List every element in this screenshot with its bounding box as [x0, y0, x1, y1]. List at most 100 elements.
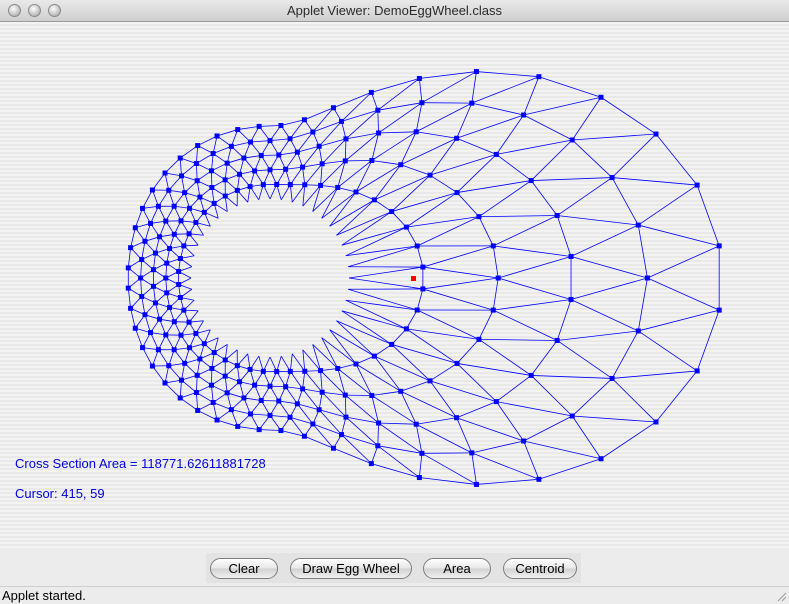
mesh-edge	[285, 151, 298, 170]
mesh-vertex	[339, 432, 345, 438]
mesh-edge	[429, 154, 497, 176]
mesh-vertex	[274, 369, 280, 375]
mesh-vertex	[222, 357, 228, 363]
mesh-vertex	[178, 173, 184, 179]
mesh-vertex	[301, 433, 307, 439]
draw-egg-wheel-button[interactable]: Draw Egg Wheel	[290, 558, 412, 579]
mesh-edge	[637, 277, 648, 332]
mesh-edge	[302, 146, 320, 168]
mesh-edge	[302, 388, 320, 410]
mesh-vertex	[155, 203, 161, 209]
centroid-button[interactable]: Centroid	[503, 558, 577, 579]
resize-grip-icon[interactable]	[775, 590, 787, 602]
mesh-vertex	[241, 395, 247, 401]
mesh-edge	[530, 139, 573, 181]
applet-canvas[interactable]: Cross Section Area = 118771.62611881728 …	[0, 22, 789, 548]
mesh-edge	[142, 347, 153, 367]
mesh-edge	[345, 132, 379, 162]
mesh-edge	[297, 145, 320, 153]
mesh-vertex	[528, 372, 534, 378]
mesh-vertex	[267, 383, 273, 389]
mesh-edge	[638, 330, 698, 372]
mesh-edge	[291, 353, 306, 372]
mesh-edge	[638, 224, 720, 247]
mesh-edge	[371, 160, 401, 166]
mesh-edge	[496, 154, 532, 181]
mesh-vertex	[171, 203, 177, 209]
mesh-vertex	[330, 445, 336, 451]
mesh-vertex	[316, 407, 322, 413]
mesh-edge	[638, 184, 698, 226]
mesh-vertex	[194, 178, 200, 184]
mesh-edge	[611, 177, 639, 226]
mesh-vertex	[138, 275, 144, 281]
mesh-edge	[289, 353, 293, 372]
mesh-edge	[571, 378, 613, 417]
mesh-edge	[496, 401, 573, 417]
mesh-edge	[523, 96, 602, 116]
mesh-edge	[523, 440, 602, 460]
mesh-vertex	[201, 209, 207, 215]
mesh-edge	[269, 415, 291, 418]
mesh-vertex	[716, 243, 722, 249]
mesh-vertex	[163, 332, 169, 338]
mesh-edge	[570, 299, 639, 332]
mesh-edge	[493, 299, 572, 311]
mesh-edge	[471, 452, 477, 485]
mesh-edge	[492, 245, 499, 279]
mesh-vertex	[155, 347, 161, 353]
mesh-vertex	[493, 399, 499, 405]
mesh-vertex	[247, 366, 253, 372]
mesh-edge	[421, 71, 477, 104]
mesh-edge	[374, 164, 402, 201]
mesh-edge	[378, 422, 417, 425]
mesh-edge	[478, 309, 494, 340]
mesh-vertex	[178, 332, 184, 338]
mesh-edge	[471, 440, 524, 454]
mesh-vertex	[375, 443, 381, 449]
mesh-edge	[259, 125, 281, 127]
area-button[interactable]: Area	[423, 558, 491, 579]
mesh-vertex	[413, 421, 419, 427]
mesh-vertex	[343, 136, 349, 142]
mesh-edge	[336, 320, 392, 345]
mesh-vertex	[416, 475, 422, 481]
mesh-vertex	[150, 267, 156, 273]
mesh-edge	[600, 421, 657, 460]
mesh-edge	[302, 371, 306, 389]
mesh-edge	[333, 447, 372, 464]
mesh-edge	[496, 114, 524, 155]
mesh-vertex	[416, 75, 422, 81]
mesh-vertex	[609, 375, 615, 381]
mesh-vertex	[294, 401, 300, 407]
mesh-vertex	[376, 130, 382, 136]
mesh-vertex	[252, 382, 258, 388]
mesh-edge	[415, 424, 423, 454]
mesh-vertex	[152, 250, 158, 256]
mesh-edge	[227, 157, 245, 164]
mesh-vertex	[256, 123, 262, 129]
mesh-vertex	[694, 368, 700, 374]
mesh-vertex	[178, 377, 184, 383]
mesh-vertex	[164, 260, 170, 266]
mesh-edge	[333, 92, 372, 109]
clear-button[interactable]: Clear	[210, 558, 278, 579]
mesh-edge	[302, 184, 306, 207]
mesh-vertex	[300, 164, 306, 170]
mesh-edge	[230, 129, 239, 147]
mesh-vertex	[228, 143, 234, 149]
mesh-edge	[320, 185, 338, 188]
mesh-edge	[285, 386, 303, 390]
mesh-vertex	[389, 341, 395, 347]
mesh-edge	[237, 125, 260, 130]
window-titlebar[interactable]: Applet Viewer: DemoEggWheel.class	[0, 0, 789, 22]
mesh-edge	[164, 172, 170, 191]
mesh-edge	[471, 452, 540, 480]
mesh-edge	[557, 330, 639, 341]
mesh-edge	[400, 390, 457, 419]
mesh-vertex	[149, 363, 155, 369]
mesh-edge	[406, 226, 418, 247]
mesh-edge	[611, 330, 639, 379]
mesh-vertex	[140, 345, 146, 351]
mesh-vertex	[214, 417, 220, 423]
